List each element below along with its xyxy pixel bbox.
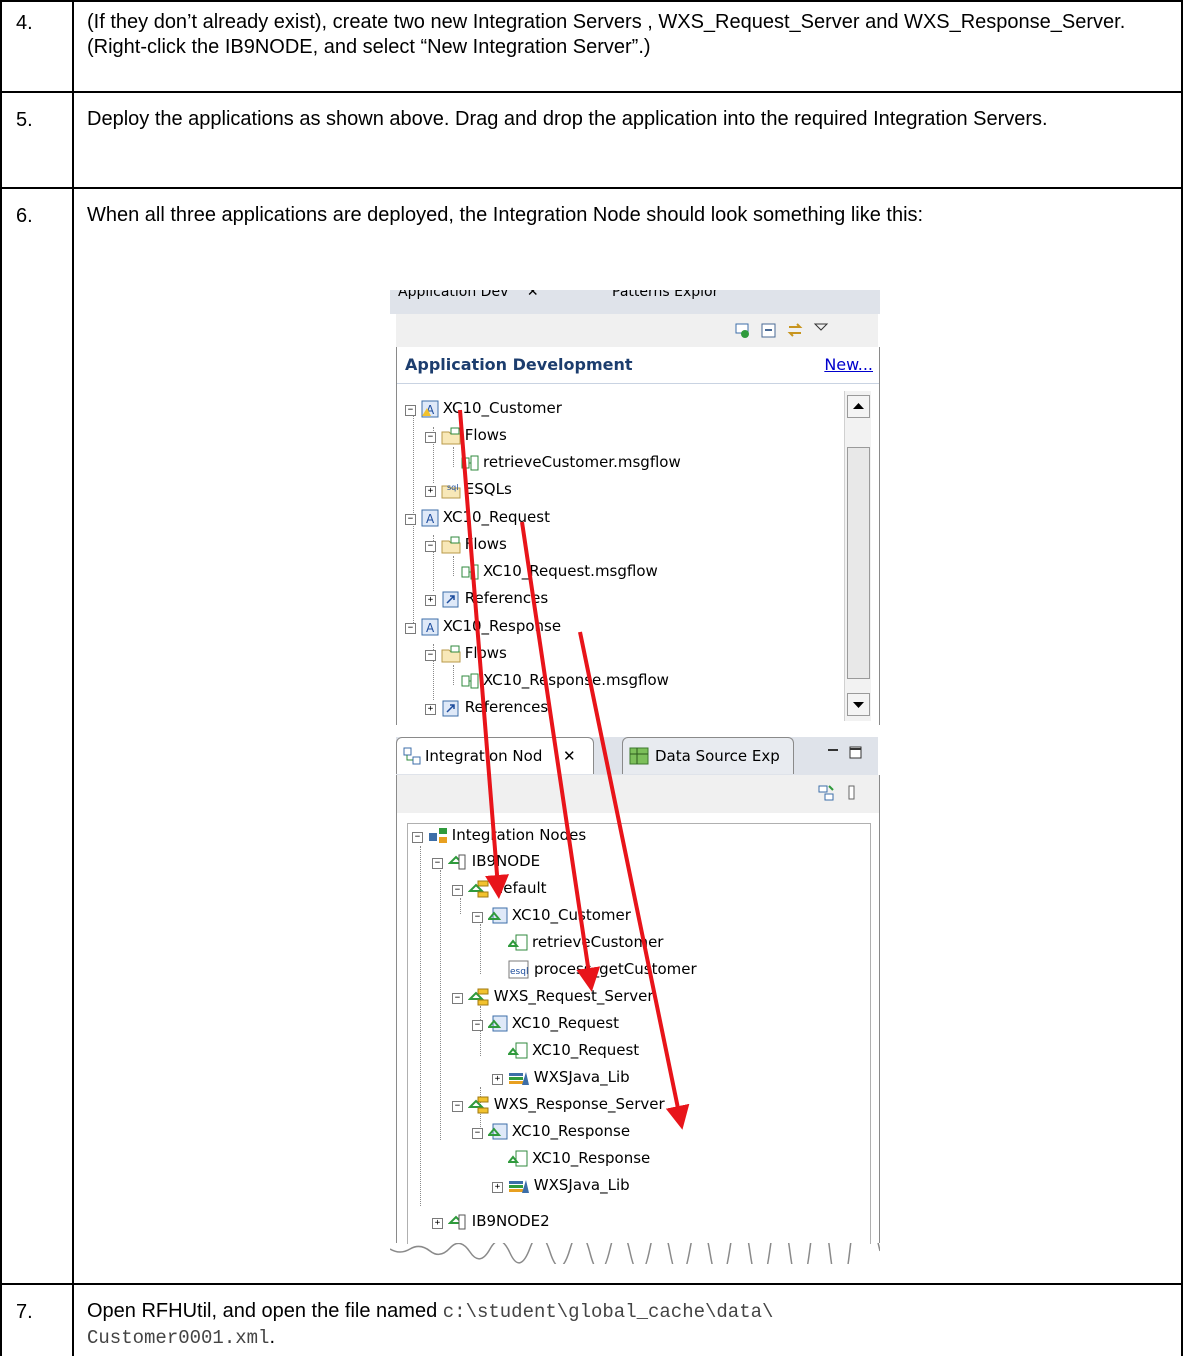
file-path-code: c:\student\global_cache\data\ bbox=[442, 1301, 774, 1323]
step-number: 5. bbox=[16, 109, 33, 131]
step-number: 6. bbox=[16, 205, 33, 227]
step-number: 4. bbox=[16, 12, 33, 34]
arrow-customer-to-default bbox=[458, 409, 510, 899]
row-divider bbox=[0, 91, 1183, 93]
column-divider bbox=[72, 0, 74, 1356]
step-number: 7. bbox=[16, 1301, 33, 1323]
step-text: (If they don’t already exist), create tw… bbox=[87, 11, 1126, 58]
step-text-end: . bbox=[269, 1326, 275, 1348]
step-text: Open RFHUtil, and open the file named c:… bbox=[87, 1299, 1177, 1351]
row-divider bbox=[0, 187, 1183, 189]
table-border-top bbox=[0, 0, 1183, 2]
table-border-left bbox=[0, 0, 2, 1356]
step-text-intro: Open RFHUtil, and open the file named bbox=[87, 1300, 443, 1322]
file-name-code: Customer0001.xml bbox=[87, 1327, 270, 1349]
step-text: Deploy the applications as shown above. … bbox=[87, 108, 1048, 130]
arrow-response-to-response-server bbox=[578, 631, 690, 1130]
row-divider bbox=[0, 1283, 1183, 1285]
drag-arrows bbox=[458, 409, 690, 1130]
toolkit-screenshot: Application Dev ✕ Patterns Explor Applic… bbox=[390, 290, 880, 1264]
step-text: When all three applications are deployed… bbox=[87, 204, 924, 226]
arrow-request-to-request-server bbox=[520, 521, 601, 992]
